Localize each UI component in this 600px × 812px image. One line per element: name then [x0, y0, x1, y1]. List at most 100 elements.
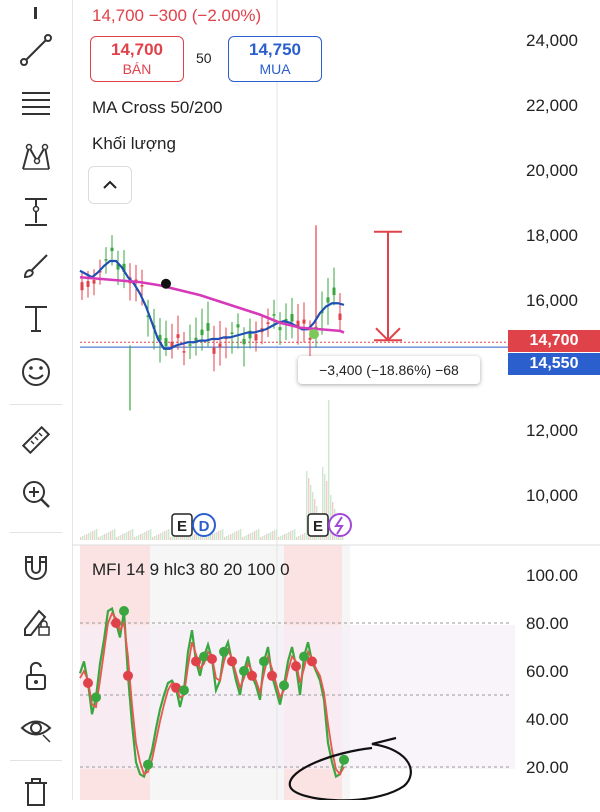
sell-price: 14,700: [111, 40, 163, 59]
collapse-indicators-button[interactable]: [88, 166, 132, 204]
ma-cross-marker: [309, 329, 319, 340]
candle-body: [272, 314, 276, 316]
pattern-icon[interactable]: [14, 138, 58, 178]
volume-bar: [132, 529, 134, 540]
volume-bar: [210, 535, 212, 540]
volume-bar: [306, 471, 308, 540]
volume-bar: [152, 537, 154, 540]
volume-bar: [286, 533, 288, 540]
volume-bar: [292, 530, 294, 540]
price-chart[interactable]: 24,000 22,000 20,000 18,000 16,000 12,000 10,0…: [72, 0, 600, 800]
volume-bar: [256, 530, 258, 540]
volume-bar: [138, 535, 140, 540]
mfi-indicator-label[interactable]: MFI 14 9 hlc3 80 20 100 0: [92, 560, 290, 580]
volume-bar: [276, 529, 278, 540]
volume-bar: [192, 535, 194, 540]
volume-bar: [162, 532, 164, 540]
event-marker-label: E: [177, 518, 187, 535]
toolbar-divider: [10, 760, 62, 761]
ruler-icon[interactable]: [14, 420, 58, 460]
volume-bar: [220, 530, 222, 540]
candle-body: [206, 323, 210, 331]
candle-body: [236, 324, 240, 328]
candle-body: [176, 334, 180, 338]
emoji-icon[interactable]: [14, 352, 58, 392]
volume-bar: [224, 537, 226, 540]
blue-price-tag: 14,550: [508, 353, 600, 375]
volume-bar: [102, 535, 104, 540]
volume-bar: [218, 531, 220, 540]
volume-bar: [118, 536, 120, 540]
volume-bar: [92, 531, 94, 540]
order-quantity[interactable]: 50: [196, 50, 212, 66]
volume-bar: [164, 531, 166, 540]
mfi-cross-dot: [179, 685, 189, 696]
mfi-axis-tick: 20.00: [526, 758, 569, 777]
volume-bar: [144, 532, 146, 540]
brush-icon[interactable]: [14, 246, 58, 286]
mfi-cross-dot: [267, 670, 277, 681]
volume-bar: [128, 531, 130, 540]
volume-bar: [156, 535, 158, 540]
volume-bar: [252, 532, 254, 540]
price-axis-tick: 22,000: [526, 96, 578, 115]
eye-icon[interactable]: [14, 708, 58, 748]
projection-icon[interactable]: [14, 192, 58, 232]
trend-line-icon[interactable]: [14, 30, 58, 70]
zoom-in-icon[interactable]: [14, 474, 58, 514]
drawing-toolbar: [0, 0, 73, 806]
volume-bar: [80, 537, 82, 540]
volume-bar: [168, 529, 170, 540]
toolbar-divider: [10, 532, 62, 533]
mfi-cross-dot: [207, 654, 217, 664]
fib-retracement-icon[interactable]: [14, 84, 58, 124]
volume-bar: [268, 533, 270, 540]
volume-bar: [120, 535, 122, 540]
magnet-icon[interactable]: [14, 548, 58, 588]
buy-label: MUA: [259, 61, 291, 77]
mfi-cross-dot: [91, 692, 101, 703]
candle-body: [80, 282, 84, 291]
volume-bar: [262, 536, 264, 540]
volume-bar: [290, 531, 292, 540]
volume-bar: [222, 529, 224, 540]
ma-cross-indicator-label[interactable]: MA Cross 50/200: [92, 98, 222, 118]
volume-bar: [238, 530, 240, 540]
volume-bar: [150, 529, 152, 540]
volume-bar: [266, 534, 268, 540]
volume-bar: [170, 537, 172, 540]
volume-indicator-label[interactable]: Khối lượng: [92, 134, 176, 154]
mfi-cross-dot: [259, 656, 269, 667]
mfi-cross-dot: [227, 656, 237, 667]
mfi-band-background: [80, 625, 515, 769]
price-axis-tick: 16,000: [526, 291, 578, 310]
mfi-cross-dot: [291, 661, 301, 672]
sell-button[interactable]: 14,700 BÁN: [90, 36, 184, 82]
volume-bar: [300, 535, 302, 540]
buy-button[interactable]: 14,750 MUA: [228, 36, 322, 82]
mfi-cross-dot: [247, 670, 257, 681]
volume-bar: [226, 536, 228, 540]
price-axis-tick: 12,000: [526, 421, 578, 440]
candle-body: [92, 280, 96, 284]
volume-bar: [216, 532, 218, 540]
price-axis-tick: 24,000: [526, 31, 578, 50]
volume-bar: [112, 530, 114, 540]
volume-bar: [130, 530, 132, 540]
unlock-icon[interactable]: [14, 656, 58, 696]
volume-bar: [246, 535, 248, 540]
volume-bar: [206, 537, 208, 540]
lock-drawing-icon[interactable]: [14, 602, 58, 642]
volume-bar: [188, 537, 190, 540]
trash-icon[interactable]: [14, 772, 58, 812]
measure-tooltip: −3,400 (−18.86%) −68: [298, 356, 480, 384]
text-icon[interactable]: [14, 298, 58, 338]
candle-body: [110, 247, 114, 252]
candle-body: [230, 332, 234, 334]
volume-bar: [232, 533, 234, 540]
chevron-up-icon: [103, 180, 117, 189]
candle-body: [308, 338, 312, 340]
volume-bar: [278, 537, 280, 540]
volume-bar: [94, 530, 96, 540]
volume-bar: [214, 533, 216, 540]
